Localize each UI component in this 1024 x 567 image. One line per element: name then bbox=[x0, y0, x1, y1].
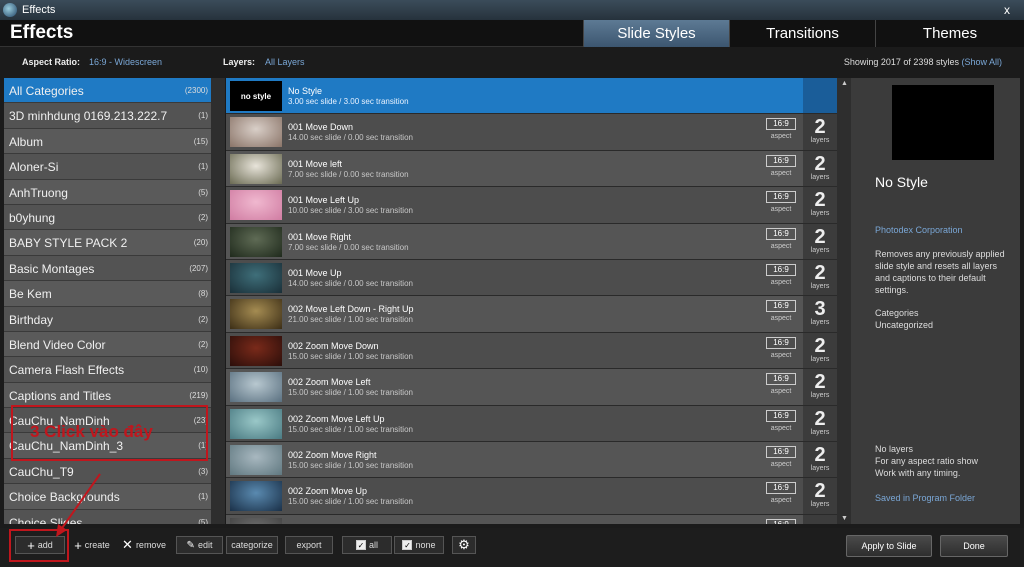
annotation-arrow bbox=[56, 473, 101, 537]
